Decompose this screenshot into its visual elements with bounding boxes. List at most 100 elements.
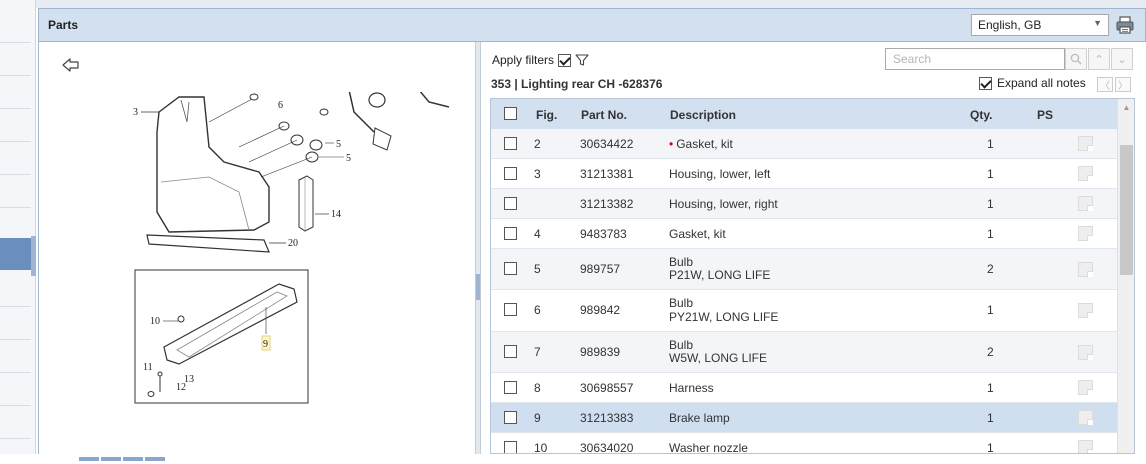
- note-icon[interactable]: [1078, 410, 1093, 425]
- vertical-scrollbar[interactable]: ▲: [1117, 99, 1134, 453]
- table-body: 2 30634422 • Gasket, kit 1 3 31213381 Hou…: [491, 129, 1117, 454]
- table-row[interactable]: 8 30698557 Harness 1: [491, 373, 1117, 403]
- note-icon[interactable]: [1078, 303, 1093, 318]
- cell-part-no: 30634422: [580, 137, 634, 151]
- funnel-icon[interactable]: [575, 53, 589, 67]
- scroll-thumb[interactable]: [1120, 145, 1133, 275]
- cell-part-no: 989839: [580, 345, 621, 359]
- row-checkbox[interactable]: [504, 262, 517, 275]
- callout-label: 14: [331, 209, 341, 220]
- scroll-up-icon[interactable]: ▲: [1118, 99, 1134, 116]
- parts-diagram[interactable]: 20 3 6 5 5 14 10 9 11 13 12: [129, 92, 459, 452]
- row-checkbox[interactable]: [504, 345, 517, 358]
- cell-fig: 7: [534, 345, 541, 359]
- table-row[interactable]: 6 989842 Bulb PY21W, LONG LIFE 1: [491, 290, 1117, 332]
- note-icon[interactable]: [1078, 380, 1093, 395]
- select-all-checkbox[interactable]: [504, 107, 517, 120]
- cell-description-sub: W5W, LONG LIFE: [669, 351, 768, 365]
- column-header-qty[interactable]: Qty.: [970, 108, 992, 122]
- back-arrow-icon[interactable]: [61, 56, 81, 74]
- cell-part-no: 989757: [580, 262, 621, 276]
- note-icon[interactable]: [1078, 440, 1093, 453]
- callout-label: 12: [176, 382, 186, 393]
- chevron-right-icon: 〉: [1118, 81, 1128, 92]
- collapse-handle[interactable]: [31, 236, 36, 276]
- note-icon[interactable]: [1078, 136, 1093, 151]
- row-checkbox[interactable]: [504, 197, 517, 210]
- column-header-part-no[interactable]: Part No.: [581, 108, 627, 122]
- table-row[interactable]: 10 30634020 Washer nozzle 1: [491, 433, 1117, 454]
- table-row[interactable]: 5 989757 Bulb P21W, LONG LIFE 2: [491, 249, 1117, 290]
- nav-divider: [0, 108, 31, 109]
- cell-part-no: 31213383: [580, 411, 634, 425]
- cell-qty: 2: [987, 345, 994, 359]
- cell-qty: 1: [987, 411, 994, 425]
- table-row[interactable]: 31213382 Housing, lower, right 1: [491, 189, 1117, 219]
- apply-filters-checkbox[interactable]: [558, 53, 572, 67]
- cell-fig: 4: [534, 227, 541, 241]
- search-button[interactable]: [1065, 48, 1087, 70]
- nav-divider: [0, 141, 31, 142]
- callout-label: 5: [346, 153, 351, 164]
- table-row[interactable]: 4 9483783 Gasket, kit 1: [491, 219, 1117, 249]
- cell-description-sub: P21W, LONG LIFE: [669, 268, 771, 282]
- cell-qty: 2: [987, 262, 994, 276]
- note-icon[interactable]: [1078, 345, 1093, 360]
- cell-qty: 1: [987, 137, 994, 151]
- table-row[interactable]: 2 30634422 • Gasket, kit 1: [491, 129, 1117, 159]
- cell-fig: 5: [534, 262, 541, 276]
- thumbnail-strip[interactable]: [79, 450, 169, 461]
- cell-fig: 3: [534, 167, 541, 181]
- splitter-handle[interactable]: [476, 274, 480, 300]
- cell-part-no: 31213381: [580, 167, 634, 181]
- note-icon[interactable]: [1078, 262, 1093, 277]
- diagram-pane: 20 3 6 5 5 14 10 9 11 13 12: [38, 42, 475, 461]
- callout-label: 5: [336, 139, 341, 150]
- row-checkbox[interactable]: [504, 303, 517, 316]
- expand-notes-checkbox[interactable]: [979, 76, 992, 90]
- chevron-left-icon: 〈: [1100, 81, 1110, 92]
- column-header-fig[interactable]: Fig.: [536, 108, 557, 122]
- note-icon[interactable]: [1078, 196, 1093, 211]
- cell-part-no: 30634020: [580, 441, 634, 454]
- cell-qty: 1: [987, 167, 994, 181]
- nav-divider: [0, 339, 31, 340]
- table-row-selected[interactable]: 9 31213383 Brake lamp 1: [491, 403, 1117, 433]
- language-select[interactable]: English, GB ▼: [971, 14, 1109, 36]
- cell-description: Bulb: [669, 255, 694, 269]
- column-header-description[interactable]: Description: [670, 108, 736, 122]
- search-input[interactable]: [885, 48, 1065, 70]
- row-checkbox[interactable]: [504, 381, 517, 394]
- table-header: Fig. Part No. Description Qty. PS: [491, 99, 1117, 129]
- next-match-button[interactable]: ⌄: [1111, 48, 1133, 70]
- nav-divider: [0, 372, 31, 373]
- row-checkbox[interactable]: [504, 441, 517, 453]
- cell-part-no: 9483783: [580, 227, 627, 241]
- previous-match-button[interactable]: ⌃: [1088, 48, 1110, 70]
- row-checkbox[interactable]: [504, 227, 517, 240]
- next-note-button[interactable]: 〉: [1115, 77, 1131, 92]
- apply-filters: Apply filters: [492, 53, 589, 67]
- nav-divider: [0, 405, 31, 406]
- prev-note-button[interactable]: 〈: [1097, 77, 1113, 92]
- cell-description: • Gasket, kit: [669, 137, 733, 151]
- cell-description: Bulb: [669, 296, 694, 310]
- cell-description: Bulb: [669, 338, 694, 352]
- nav-item-active[interactable]: [0, 238, 33, 270]
- note-icon[interactable]: [1078, 166, 1093, 181]
- cell-part-no: 989842: [580, 303, 621, 317]
- cell-qty: 1: [987, 227, 994, 241]
- cell-qty: 1: [987, 381, 994, 395]
- callout-label: 10: [150, 316, 160, 327]
- row-checkbox[interactable]: [504, 137, 517, 150]
- printer-icon[interactable]: [1115, 15, 1135, 35]
- table-row[interactable]: 7 989839 Bulb W5W, LONG LIFE 2: [491, 332, 1117, 373]
- row-checkbox[interactable]: [504, 411, 517, 424]
- breadcrumb: 353 | Lighting rear CH -628376: [491, 77, 663, 91]
- row-checkbox[interactable]: [504, 167, 517, 180]
- cell-qty: 1: [987, 197, 994, 211]
- language-value: English, GB: [978, 18, 1042, 32]
- table-row[interactable]: 3 31213381 Housing, lower, left 1: [491, 159, 1117, 189]
- column-header-ps[interactable]: PS: [1037, 108, 1053, 122]
- note-icon[interactable]: [1078, 226, 1093, 241]
